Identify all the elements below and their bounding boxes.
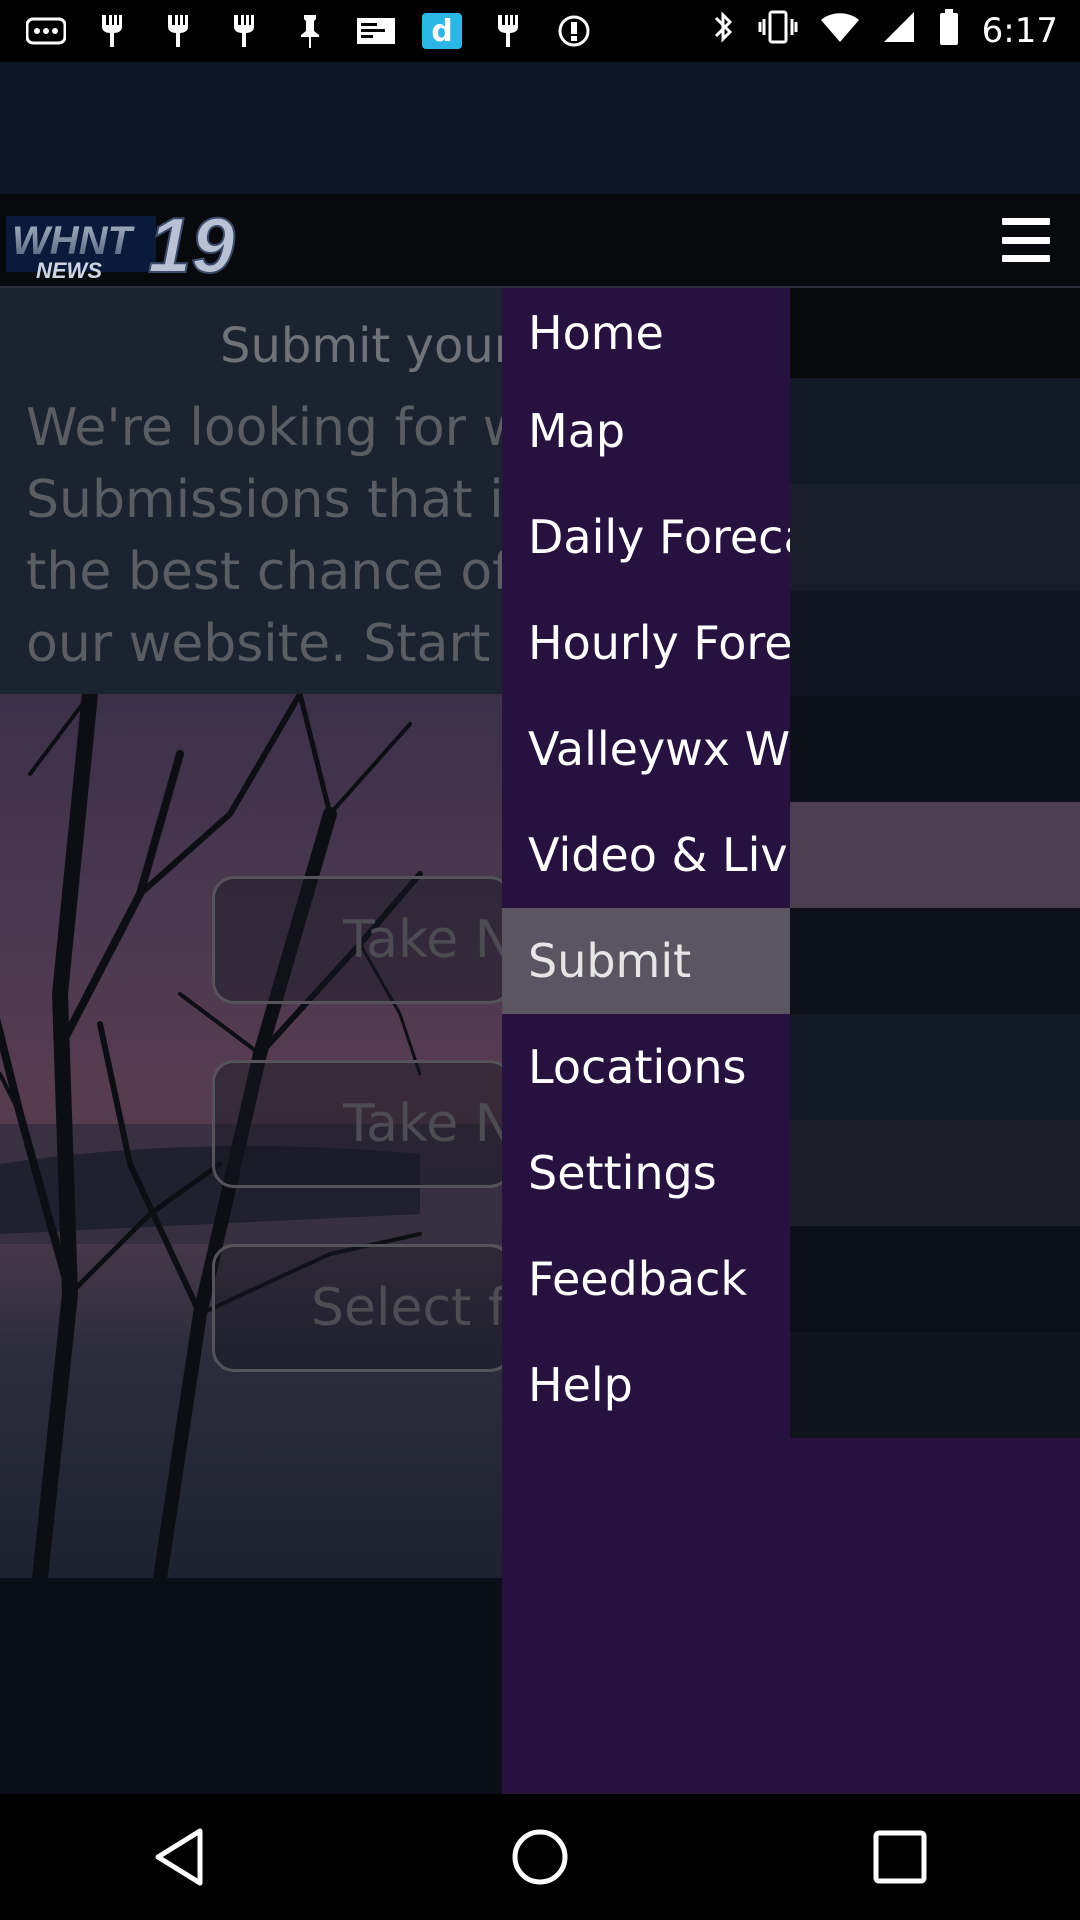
mail-icon [356,13,396,49]
menu-item-backdrop [790,908,1080,1014]
menu-item-backdrop [790,590,1080,696]
more-icon [26,13,66,49]
menu-item-backdrop [790,1120,1080,1226]
menu-item-label-zone: Settings [502,1120,790,1226]
menu-item-backdrop [790,288,1080,378]
menu-item-help[interactable]: Help [502,1332,1080,1438]
menu-item-label: Submit [528,934,692,988]
menu-item-label-zone: Hourly Forecast [502,590,790,696]
menu-item-backdrop [790,378,1080,484]
menu-item-home[interactable]: Home [502,288,1080,378]
menu-item-feedback[interactable]: Feedback [502,1226,1080,1332]
menu-item-label: Locations [528,1040,747,1094]
svg-text:NEWS: NEWS [36,258,102,283]
menu-item-label-zone: Help [502,1332,790,1438]
take-video-button[interactable]: Take N [212,1060,512,1188]
bluetooth-icon [712,8,736,55]
wifi-icon [820,10,860,53]
menu-item-label-zone: Map [502,378,790,484]
svg-text:WHNT: WHNT [12,219,136,263]
app-header: WHNT NEWS 19 [0,194,1080,290]
d-app-icon: d [422,13,462,49]
menu-item-label: Hourly Forecast [528,616,790,670]
menu-item-backdrop [790,484,1080,590]
pin-icon [290,13,330,49]
alert-icon [554,13,594,49]
menu-item-label: Help [528,1358,633,1412]
menu-item-submit[interactable]: Submit [502,908,1080,1014]
system-navigation-bar [0,1794,1080,1920]
menu-item-label: Settings [528,1146,717,1200]
clock: 6:17 [981,11,1058,51]
menu-item-label-zone: Locations [502,1014,790,1120]
system-icons: 6:17 [712,8,1058,55]
signal-icon [882,10,916,53]
menu-item-label: Daily Forecast [528,510,790,564]
menu-item-hourly-forecast[interactable]: Hourly Forecast [502,590,1080,696]
menu-item-valleywx-weather[interactable]: Valleywx Weather [502,696,1080,802]
menu-item-map[interactable]: Map [502,378,1080,484]
menu-item-label: Map [528,404,626,458]
menu-item-video-live[interactable]: Video & Live [502,802,1080,908]
menu-item-label-zone: Daily Forecast [502,484,790,590]
menu-item-label: Home [528,306,664,360]
intro-title: Submit your [220,318,514,374]
status-bar: d 6:17 [0,0,1080,62]
home-icon[interactable] [495,1812,585,1902]
select-from-library-button[interactable]: Select fr [212,1244,512,1372]
menu-item-label-zone: Home [502,288,790,378]
recents-icon[interactable] [855,1812,945,1902]
take-photo-button[interactable]: Take N [212,876,512,1004]
svg-text:19: 19 [148,201,235,284]
back-icon[interactable] [135,1812,225,1902]
menu-item-label-zone: Valleywx Weather [502,696,790,802]
fork-icon [224,13,264,49]
navigation-drawer: Home Map Daily Forecast Hourly Forecast Vall… [502,288,1080,1794]
hamburger-menu-icon[interactable] [1002,218,1050,262]
battery-icon [938,8,960,55]
notification-icons: d [26,13,594,49]
menu-item-backdrop [790,802,1080,908]
menu-item-locations[interactable]: Locations [502,1014,1080,1120]
menu-item-label-zone: Video & Live [502,802,790,908]
menu-item-label: Feedback [528,1252,748,1306]
menu-item-label-zone: Submit [502,908,790,1014]
fork-icon [488,13,528,49]
menu-item-label: Valleywx Weather [528,722,790,776]
menu-item-backdrop [790,696,1080,802]
menu-item-backdrop [790,1332,1080,1438]
menu-item-daily-forecast[interactable]: Daily Forecast [502,484,1080,590]
menu-item-backdrop [790,1014,1080,1120]
menu-item-settings[interactable]: Settings [502,1120,1080,1226]
menu-item-backdrop [790,1226,1080,1332]
menu-item-label: Video & Live [528,828,790,882]
vibrate-icon [758,9,798,54]
fork-icon [92,13,132,49]
whnt-news-logo[interactable]: WHNT NEWS 19 [6,198,262,290]
menu-item-label-zone: Feedback [502,1226,790,1332]
ad-banner [0,62,1080,194]
fork-icon [158,13,198,49]
